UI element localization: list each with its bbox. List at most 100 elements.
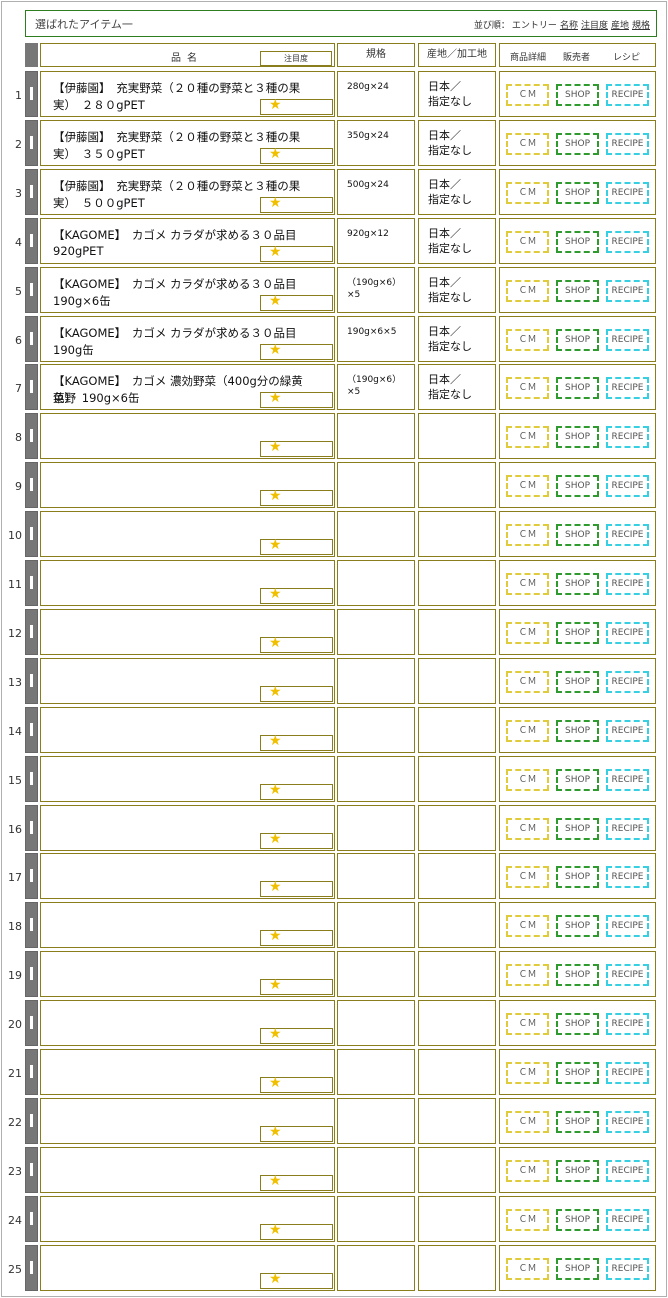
row-drag-handle[interactable] [25, 1147, 38, 1193]
shop-button[interactable]: SHOP [556, 231, 599, 253]
cm-button[interactable]: ＣＭ [506, 866, 549, 888]
cm-button[interactable]: ＣＭ [506, 329, 549, 351]
shop-button[interactable]: SHOP [556, 818, 599, 840]
attention-star-button[interactable]: ★ [260, 977, 333, 995]
row-drag-handle[interactable] [25, 267, 38, 313]
attention-star-button[interactable]: ★ [260, 879, 333, 897]
sort-option-origin[interactable]: 産地 [611, 21, 629, 31]
attention-star-button[interactable]: ★ [260, 293, 333, 311]
row-drag-handle[interactable] [25, 413, 38, 459]
attention-star-button[interactable]: ★ [260, 537, 333, 555]
shop-button[interactable]: SHOP [556, 280, 599, 302]
cm-button[interactable]: ＣＭ [506, 475, 549, 497]
sort-option-entry[interactable]: エントリー [512, 21, 557, 31]
sort-option-spec[interactable]: 規格 [632, 21, 650, 31]
attention-star-button[interactable]: ★ [260, 488, 333, 506]
row-drag-handle[interactable] [25, 1245, 38, 1291]
cm-button[interactable]: ＣＭ [506, 231, 549, 253]
attention-star-button[interactable]: ★ [260, 782, 333, 800]
shop-button[interactable]: SHOP [556, 866, 599, 888]
shop-button[interactable]: SHOP [556, 426, 599, 448]
recipe-button[interactable]: RECIPE [606, 1062, 649, 1084]
attention-star-button[interactable]: ★ [260, 1271, 333, 1289]
recipe-button[interactable]: RECIPE [606, 1258, 649, 1280]
cm-button[interactable]: ＣＭ [506, 377, 549, 399]
cm-button[interactable]: ＣＭ [506, 182, 549, 204]
row-drag-handle[interactable] [25, 1049, 38, 1095]
recipe-button[interactable]: RECIPE [606, 720, 649, 742]
cm-button[interactable]: ＣＭ [506, 1209, 549, 1231]
attention-star-button[interactable]: ★ [260, 635, 333, 653]
shop-button[interactable]: SHOP [556, 329, 599, 351]
recipe-button[interactable]: RECIPE [606, 475, 649, 497]
shop-button[interactable]: SHOP [556, 1062, 599, 1084]
attention-star-button[interactable]: ★ [260, 439, 333, 457]
cm-button[interactable]: ＣＭ [506, 769, 549, 791]
recipe-button[interactable]: RECIPE [606, 329, 649, 351]
recipe-button[interactable]: RECIPE [606, 622, 649, 644]
recipe-button[interactable]: RECIPE [606, 133, 649, 155]
row-drag-handle[interactable] [25, 609, 38, 655]
row-drag-handle[interactable] [25, 511, 38, 557]
row-drag-handle[interactable] [25, 756, 38, 802]
cm-button[interactable]: ＣＭ [506, 280, 549, 302]
row-drag-handle[interactable] [25, 120, 38, 166]
shop-button[interactable]: SHOP [556, 182, 599, 204]
shop-button[interactable]: SHOP [556, 573, 599, 595]
cm-button[interactable]: ＣＭ [506, 133, 549, 155]
row-drag-handle[interactable] [25, 658, 38, 704]
recipe-button[interactable]: RECIPE [606, 671, 649, 693]
shop-button[interactable]: SHOP [556, 377, 599, 399]
attention-sort-button[interactable]: 注目度 [260, 51, 332, 66]
row-drag-handle[interactable] [25, 1196, 38, 1242]
attention-star-button[interactable]: ★ [260, 146, 333, 164]
attention-star-button[interactable]: ★ [260, 342, 333, 360]
cm-button[interactable]: ＣＭ [506, 1111, 549, 1133]
cm-button[interactable]: ＣＭ [506, 1013, 549, 1035]
shop-button[interactable]: SHOP [556, 964, 599, 986]
attention-star-button[interactable]: ★ [260, 390, 333, 408]
cm-button[interactable]: ＣＭ [506, 720, 549, 742]
cm-button[interactable]: ＣＭ [506, 1258, 549, 1280]
recipe-button[interactable]: RECIPE [606, 964, 649, 986]
recipe-button[interactable]: RECIPE [606, 231, 649, 253]
attention-star-button[interactable]: ★ [260, 1173, 333, 1191]
attention-star-button[interactable]: ★ [260, 831, 333, 849]
row-drag-handle[interactable] [25, 462, 38, 508]
shop-button[interactable]: SHOP [556, 1160, 599, 1182]
row-drag-handle[interactable] [25, 71, 38, 117]
shop-button[interactable]: SHOP [556, 1209, 599, 1231]
shop-button[interactable]: SHOP [556, 1111, 599, 1133]
attention-star-button[interactable]: ★ [260, 244, 333, 262]
cm-button[interactable]: ＣＭ [506, 622, 549, 644]
attention-star-button[interactable]: ★ [260, 1222, 333, 1240]
attention-star-button[interactable]: ★ [260, 684, 333, 702]
cm-button[interactable]: ＣＭ [506, 573, 549, 595]
cm-button[interactable]: ＣＭ [506, 915, 549, 937]
shop-button[interactable]: SHOP [556, 1013, 599, 1035]
cm-button[interactable]: ＣＭ [506, 426, 549, 448]
shop-button[interactable]: SHOP [556, 671, 599, 693]
attention-star-button[interactable]: ★ [260, 97, 333, 115]
row-drag-handle[interactable] [25, 805, 38, 851]
recipe-button[interactable]: RECIPE [606, 915, 649, 937]
shop-button[interactable]: SHOP [556, 475, 599, 497]
recipe-button[interactable]: RECIPE [606, 1111, 649, 1133]
cm-button[interactable]: ＣＭ [506, 671, 549, 693]
cm-button[interactable]: ＣＭ [506, 818, 549, 840]
recipe-button[interactable]: RECIPE [606, 280, 649, 302]
recipe-button[interactable]: RECIPE [606, 818, 649, 840]
shop-button[interactable]: SHOP [556, 769, 599, 791]
shop-button[interactable]: SHOP [556, 84, 599, 106]
row-drag-handle[interactable] [25, 902, 38, 948]
attention-star-button[interactable]: ★ [260, 1075, 333, 1093]
recipe-button[interactable]: RECIPE [606, 1160, 649, 1182]
attention-star-button[interactable]: ★ [260, 1124, 333, 1142]
recipe-button[interactable]: RECIPE [606, 1209, 649, 1231]
attention-star-button[interactable]: ★ [260, 195, 333, 213]
sort-option-name[interactable]: 名称 [560, 21, 578, 31]
row-drag-handle[interactable] [25, 364, 38, 410]
cm-button[interactable]: ＣＭ [506, 1062, 549, 1084]
row-drag-handle[interactable] [25, 1000, 38, 1046]
cm-button[interactable]: ＣＭ [506, 84, 549, 106]
